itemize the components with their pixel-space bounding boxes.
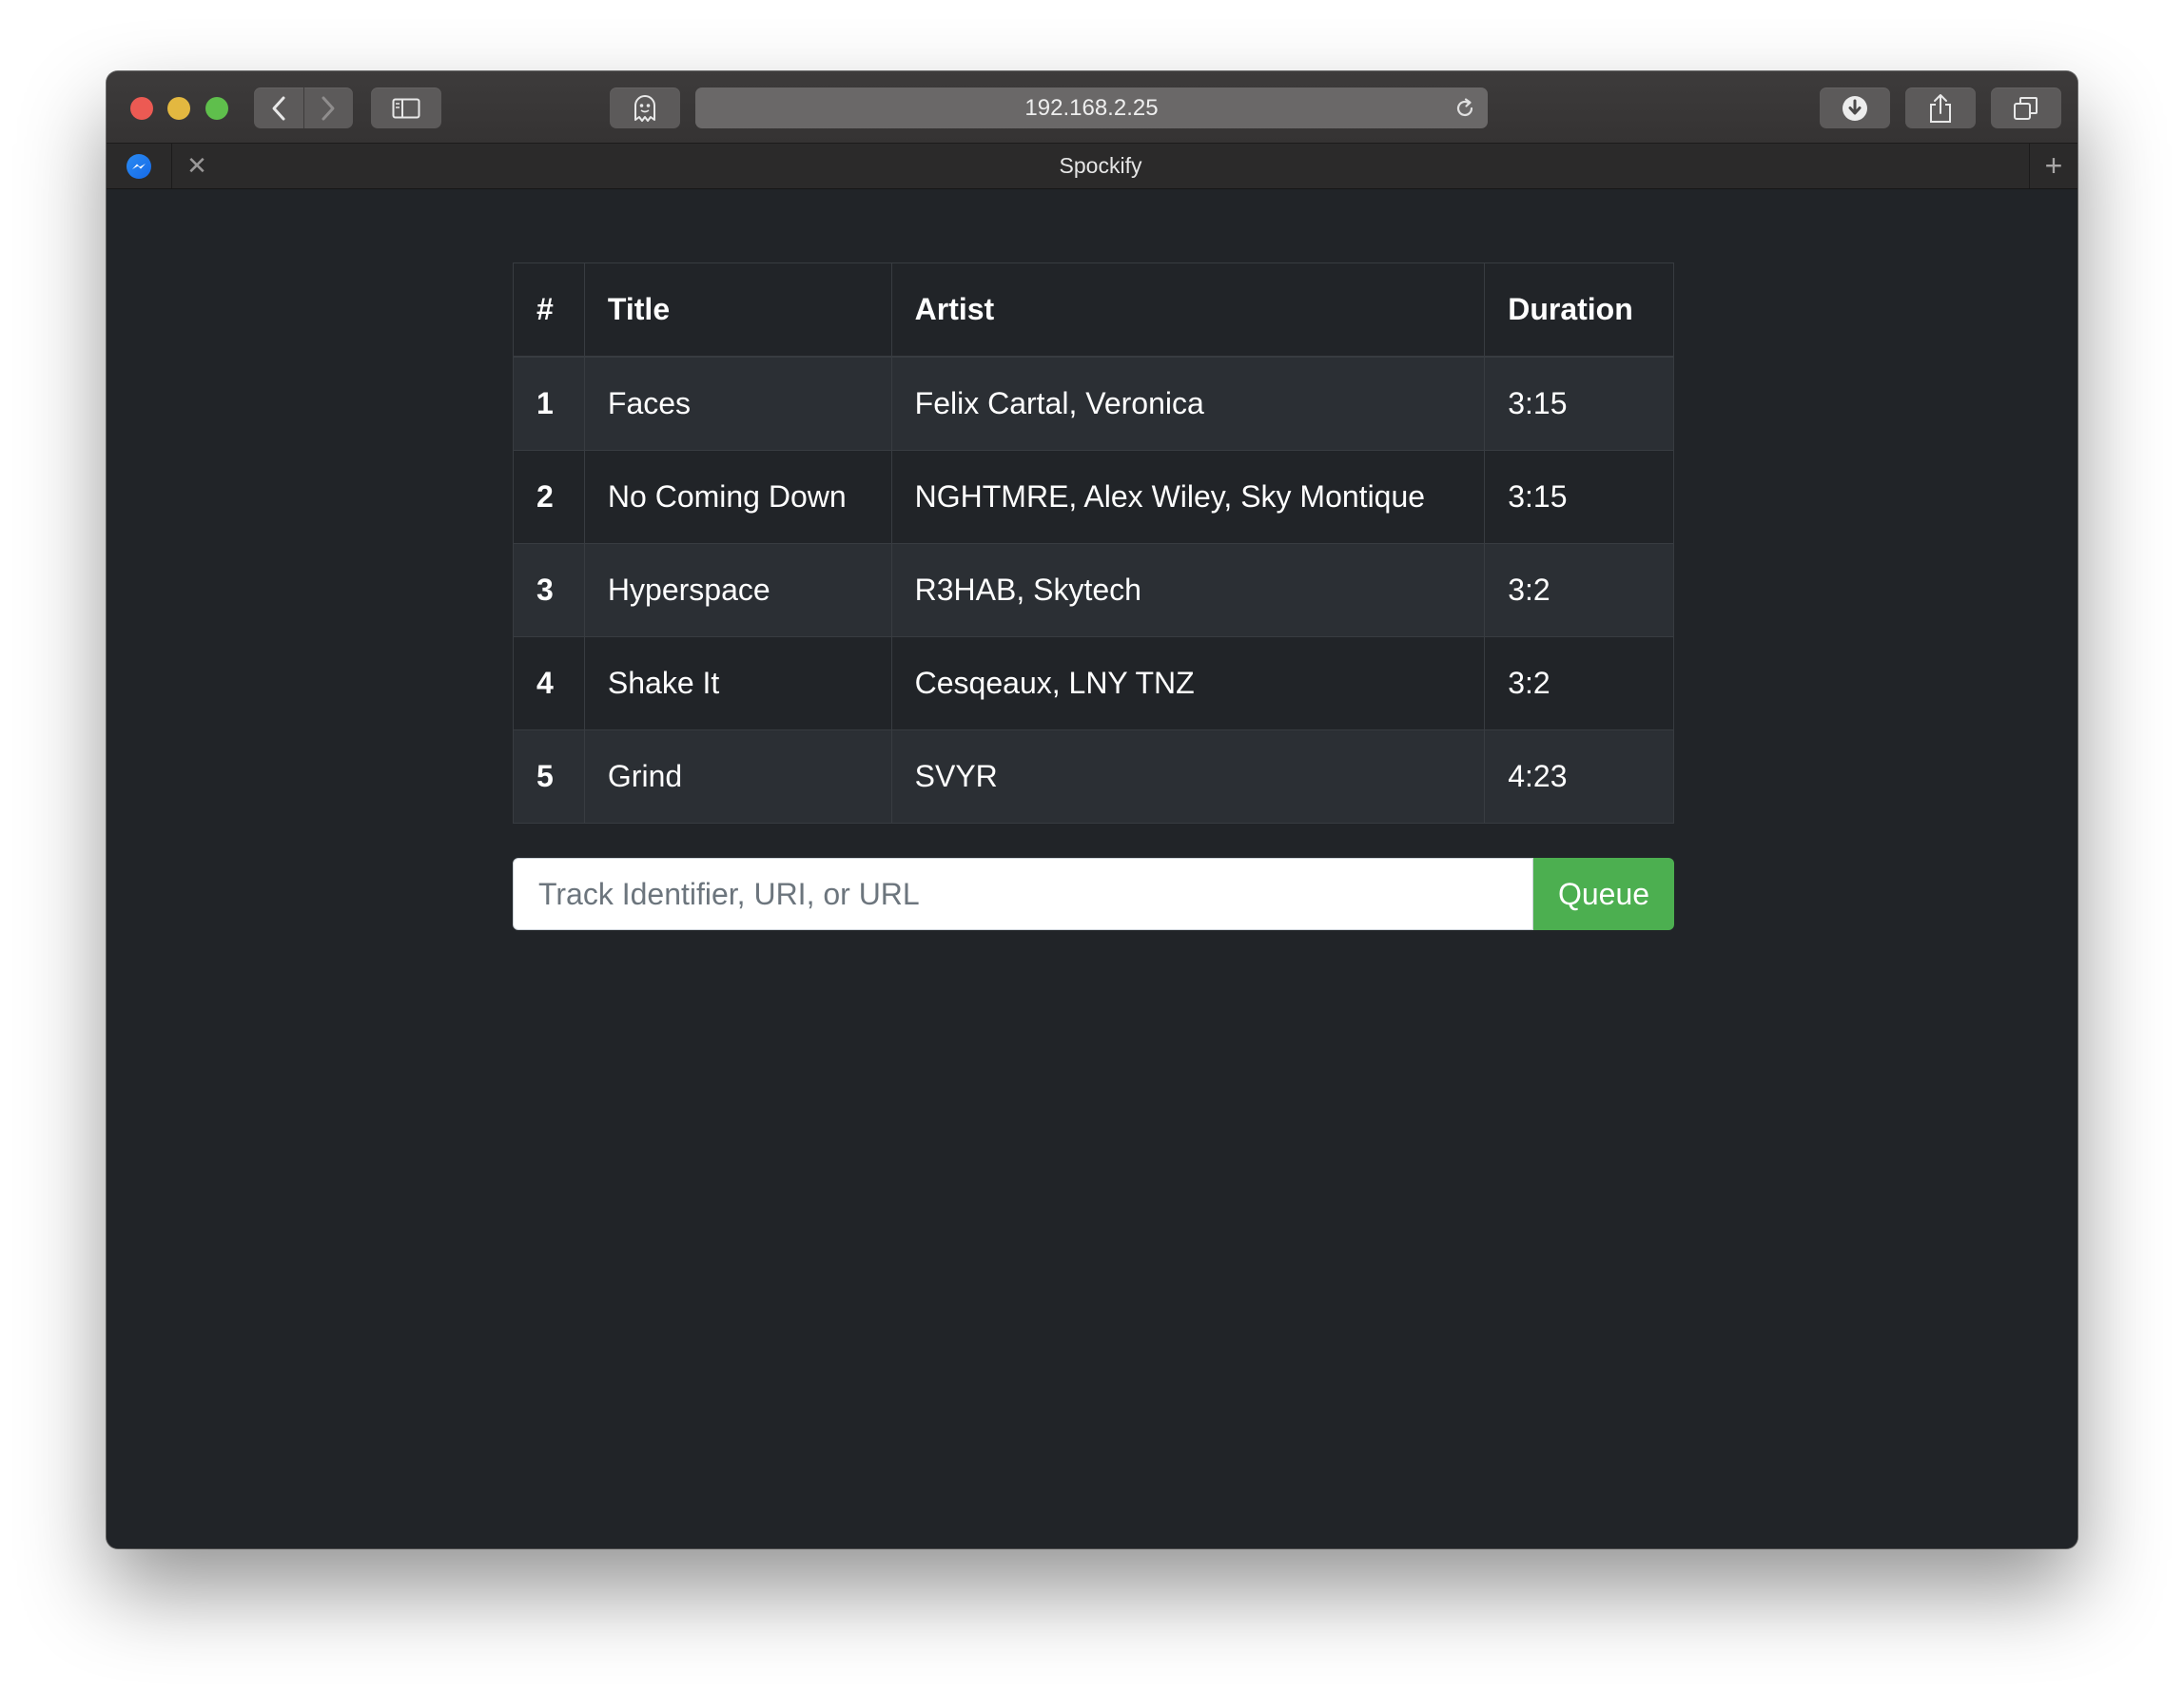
- track-duration: 3:2: [1484, 543, 1674, 637]
- track-artist: NGHTMRE, Alex Wiley, Sky Montique: [890, 450, 1486, 544]
- column-header-number: #: [513, 262, 585, 358]
- column-header-artist: Artist: [890, 262, 1486, 358]
- track-number: 1: [513, 356, 585, 451]
- browser-window: 192.168.2.25 ✕ Spockify + # Title Artist…: [107, 71, 2077, 1548]
- tab-bar: ✕ Spockify +: [107, 144, 2077, 189]
- download-icon: [1843, 95, 1867, 121]
- column-header-duration: Duration: [1484, 262, 1674, 358]
- track-duration: 3:15: [1484, 450, 1674, 544]
- track-title: Grind: [583, 729, 892, 824]
- pinned-tab-messenger[interactable]: [107, 144, 172, 188]
- track-number: 4: [513, 636, 585, 730]
- table-row: 1 Faces Felix Cartal, Veronica 3:15: [513, 356, 1674, 451]
- active-tab-title[interactable]: Spockify: [171, 144, 2030, 188]
- track-duration: 4:23: [1484, 729, 1674, 824]
- messenger-icon: [127, 154, 151, 179]
- track-duration: 3:2: [1484, 636, 1674, 730]
- track-number: 3: [513, 543, 585, 637]
- table-row: 2 No Coming Down NGHTMRE, Alex Wiley, Sk…: [513, 450, 1674, 544]
- address-bar[interactable]: 192.168.2.25: [695, 87, 1488, 128]
- queue-table: # Title Artist Duration 1 Faces Felix Ca…: [513, 262, 1674, 824]
- browser-toolbar: 192.168.2.25: [107, 71, 2077, 144]
- track-artist: Cesqeaux, LNY TNZ: [890, 636, 1486, 730]
- address-url: 192.168.2.25: [1024, 95, 1159, 121]
- ghostery-extension-button[interactable]: [610, 87, 680, 128]
- table-row: 3 Hyperspace R3HAB, Skytech 3:2: [513, 543, 1674, 637]
- track-title: No Coming Down: [583, 450, 892, 544]
- track-title: Shake It: [583, 636, 892, 730]
- downloads-button[interactable]: [1820, 87, 1890, 128]
- chevron-right-icon: [322, 96, 335, 120]
- queue-form: Queue: [513, 858, 1674, 930]
- new-tab-button[interactable]: +: [2029, 144, 2077, 188]
- table-row: 5 Grind SVYR 4:23: [513, 729, 1674, 824]
- column-header-title: Title: [583, 262, 892, 358]
- queue-button[interactable]: Queue: [1533, 858, 1674, 930]
- zoom-window-button[interactable]: [205, 97, 228, 120]
- chevron-left-icon: [272, 96, 285, 120]
- track-artist: Felix Cartal, Veronica: [890, 356, 1486, 451]
- track-number: 2: [513, 450, 585, 544]
- track-artist: SVYR: [890, 729, 1486, 824]
- navigation-buttons: [254, 87, 353, 128]
- close-window-button[interactable]: [130, 97, 153, 120]
- reload-icon[interactable]: [1453, 97, 1476, 120]
- track-duration: 3:15: [1484, 356, 1674, 451]
- track-number: 5: [513, 729, 585, 824]
- minimize-window-button[interactable]: [167, 97, 190, 120]
- track-identifier-input[interactable]: [513, 858, 1533, 930]
- back-button[interactable]: [254, 87, 303, 128]
- tab-overview-button[interactable]: [1991, 87, 2061, 128]
- track-artist: R3HAB, Skytech: [890, 543, 1486, 637]
- table-header-row: # Title Artist Duration: [513, 262, 1674, 358]
- sidebar-icon: [392, 98, 420, 118]
- sidebar-button[interactable]: [371, 87, 441, 128]
- share-icon: [1930, 93, 1951, 123]
- tabs-overview-icon: [2014, 96, 2038, 120]
- share-button[interactable]: [1905, 87, 1976, 128]
- ghost-icon: [634, 94, 655, 122]
- track-title: Faces: [583, 356, 892, 451]
- forward-button[interactable]: [303, 87, 353, 128]
- page-content: # Title Artist Duration 1 Faces Felix Ca…: [107, 189, 2077, 1548]
- track-title: Hyperspace: [583, 543, 892, 637]
- table-row: 4 Shake It Cesqeaux, LNY TNZ 3:2: [513, 636, 1674, 730]
